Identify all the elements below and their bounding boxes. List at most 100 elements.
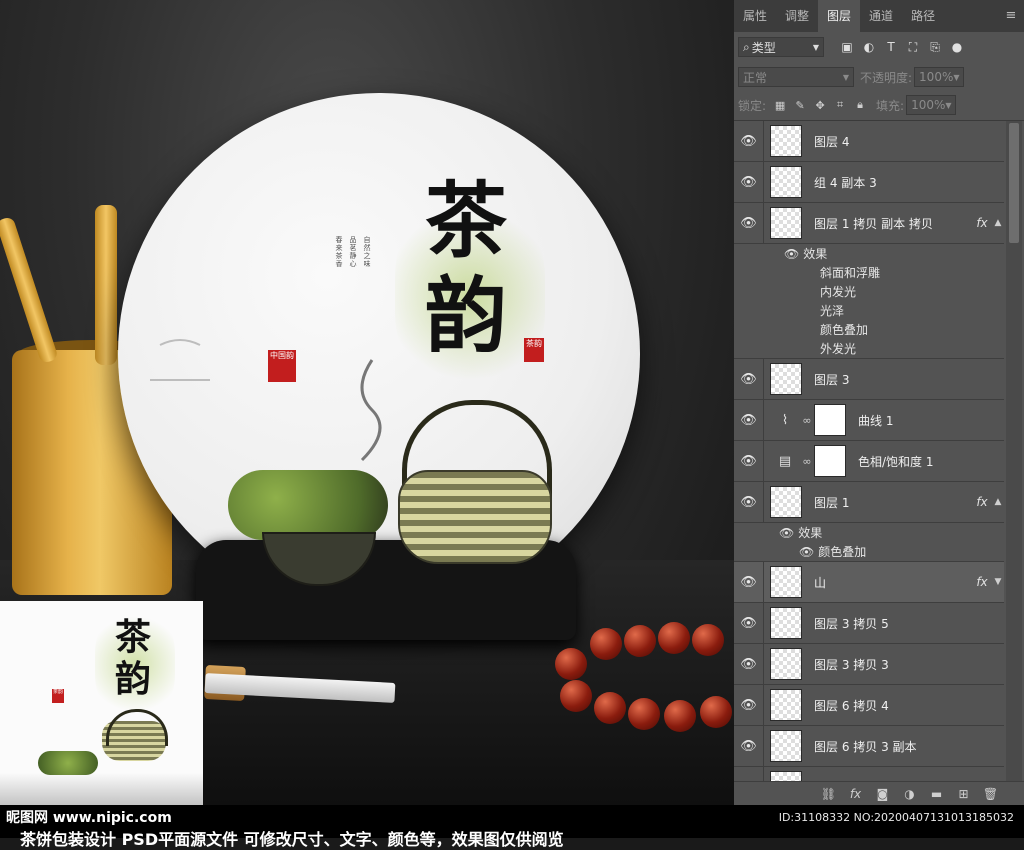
effect-item[interactable]: 内发光 — [734, 282, 1004, 301]
layer-row[interactable]: 👁︎ 图层 1 拷贝 副本 拷贝 fx ▲ — [734, 203, 1004, 244]
fill-field[interactable]: 100% ▼ — [906, 95, 957, 115]
effect-item[interactable]: 👁︎ 颜色叠加 — [734, 542, 1004, 561]
visibility-toggle[interactable]: 👁︎ — [734, 562, 764, 602]
visibility-toggle[interactable]: 👁︎ — [734, 203, 764, 243]
opacity-label: 不透明度: — [860, 70, 913, 85]
visibility-toggle[interactable]: 👁︎ — [734, 400, 764, 440]
tab-channels[interactable]: 通道 — [860, 0, 902, 32]
delete-layer-icon[interactable]: 🗑︎ — [977, 787, 1004, 801]
add-mask-icon[interactable]: ◙ — [869, 787, 896, 801]
type-filter-icon[interactable]: T — [880, 40, 902, 54]
layer-name[interactable]: 图层 1 — [814, 494, 972, 511]
fx-badge[interactable]: fx — [972, 495, 992, 509]
eye-icon: 👁︎ — [740, 738, 757, 754]
layer-thumbnail — [770, 363, 802, 395]
tab-layers[interactable]: 图层 — [818, 0, 861, 32]
effect-name: 颜色叠加 — [820, 323, 869, 337]
add-style-icon[interactable]: fx — [842, 787, 869, 801]
layer-name[interactable]: 图层 3 — [814, 371, 1004, 388]
visibility-toggle[interactable]: 👁︎ — [734, 162, 764, 202]
fill-label: 填充: — [876, 98, 905, 113]
panel-menu-icon[interactable]: ≡ — [998, 0, 1024, 32]
lock-artboard-icon[interactable]: ⌗ — [830, 98, 850, 112]
effect-item[interactable]: 外发光 — [734, 339, 1004, 358]
adjustment-filter-icon[interactable]: ◐ — [858, 40, 880, 54]
mask-link-icon[interactable]: ∞ — [800, 414, 814, 427]
visibility-toggle[interactable]: 👁︎ — [734, 685, 764, 725]
layer-name[interactable]: 组 4 副本 3 — [814, 174, 1004, 191]
layer-row[interactable]: 👁︎ 图层 6 拷贝 3 副本 — [734, 726, 1004, 767]
layer-name[interactable]: 图层 1 拷贝 副本 拷贝 — [814, 215, 972, 232]
new-adjustment-icon[interactable]: ◑ — [896, 787, 923, 801]
effect-item[interactable]: 颜色叠加 — [734, 320, 1004, 339]
bead — [692, 624, 724, 656]
layer-thumbnail — [770, 166, 802, 198]
layer-row[interactable]: 👁︎ 山 fx ▼ — [734, 562, 1004, 603]
layers-scrollbar[interactable] — [1006, 121, 1022, 781]
mask-link-icon[interactable]: ∞ — [800, 455, 814, 468]
visibility-toggle[interactable]: 👁︎ — [734, 441, 764, 481]
chevron-up-icon[interactable]: ▲ — [992, 218, 1004, 228]
filter-toggle-icon[interactable]: ● — [946, 40, 968, 54]
effects-header[interactable]: 👁︎ 效果 — [734, 523, 1004, 542]
layer-row[interactable]: 👁︎ 图层 4 — [734, 121, 1004, 162]
lock-transparent-icon[interactable]: ▦ — [770, 99, 790, 112]
layer-name[interactable]: 色相/饱和度 1 — [858, 453, 1004, 470]
lock-all-icon[interactable]: 🔒︎ — [850, 98, 870, 112]
visibility-toggle[interactable]: 👁︎ — [734, 603, 764, 643]
layer-name[interactable]: 图层 3 拷贝 3 — [814, 656, 1004, 673]
layer-row[interactable]: 👁︎ 图层 6 拷贝 4 — [734, 685, 1004, 726]
blend-mode-value: 正常 — [743, 70, 768, 85]
layer-name[interactable]: 图层 6 拷贝 4 — [814, 697, 1004, 714]
layer-row[interactable]: 👁︎ ⌇ ∞ 曲线 1 — [734, 400, 1004, 441]
visibility-toggle[interactable]: 👁︎ — [734, 482, 764, 522]
tab-adjustments[interactable]: 调整 — [776, 0, 818, 32]
layer-row[interactable]: 👁︎ 组 4 副本 3 — [734, 162, 1004, 203]
layer-name[interactable]: 图层 3 拷贝 5 — [814, 615, 1004, 632]
fx-badge[interactable]: fx — [972, 575, 992, 589]
layer-row[interactable]: 👁︎ 图层 3 — [734, 359, 1004, 400]
effects-header[interactable]: 👁︎ 效果 — [734, 244, 1004, 263]
visibility-toggle[interactable]: 👁︎ — [734, 121, 764, 161]
layer-name[interactable]: 图层 4 — [814, 133, 1004, 150]
layer-row[interactable]: 👁︎ 图层 3 拷贝 5 — [734, 603, 1004, 644]
layer-name[interactable]: 山 — [814, 574, 972, 591]
fx-badge[interactable]: fx — [972, 216, 992, 230]
effect-item[interactable]: 斜面和浮雕 — [734, 263, 1004, 282]
layer-mask-thumbnail[interactable] — [814, 404, 846, 436]
eye-icon[interactable]: 👁︎ — [799, 545, 814, 559]
bead — [658, 622, 690, 654]
layers-bottom-toolbar: ⛓ fx ◙ ◑ ▬ ⊞ 🗑︎ — [734, 781, 1024, 805]
lock-move-icon[interactable]: ✥ — [810, 99, 830, 112]
filter-kind-select[interactable]: ⌕ 类型 ▼ — [738, 37, 824, 57]
layer-mask-thumbnail[interactable] — [814, 445, 846, 477]
layer-row[interactable]: 👁︎ 图层 1 fx ▲ — [734, 482, 1004, 523]
chevron-up-icon[interactable]: ▲ — [992, 497, 1004, 507]
new-layer-icon[interactable]: ⊞ — [950, 787, 977, 801]
bead — [700, 696, 732, 728]
lock-brush-icon[interactable]: ✎ — [790, 99, 810, 112]
visibility-toggle[interactable]: 👁︎ — [734, 726, 764, 766]
layer-row[interactable]: 👁︎ 图层 3 拷贝 3 — [734, 644, 1004, 685]
scrollbar-thumb[interactable] — [1009, 123, 1019, 243]
blend-mode-select[interactable]: 正常 ▼ — [738, 67, 854, 87]
visibility-toggle[interactable]: 👁︎ — [734, 767, 764, 781]
layer-row[interactable]: 👁︎ ▤ ∞ 色相/饱和度 1 — [734, 441, 1004, 482]
tab-paths[interactable]: 路径 — [902, 0, 944, 32]
layer-name[interactable]: 图层 6 拷贝 3 副本 — [814, 738, 1004, 755]
eye-icon[interactable]: 👁︎ — [779, 526, 794, 540]
opacity-field[interactable]: 100% ▼ — [914, 67, 965, 87]
chevron-down-icon[interactable]: ▼ — [992, 577, 1004, 587]
shape-filter-icon[interactable]: ⛶ — [902, 40, 924, 55]
effect-item[interactable]: 光泽 — [734, 301, 1004, 320]
new-group-icon[interactable]: ▬ — [923, 787, 950, 801]
layer-row[interactable]: 👁︎图层 6 拷贝 3 — [734, 767, 1004, 781]
tab-properties[interactable]: 属性 — [734, 0, 776, 32]
layer-name[interactable]: 曲线 1 — [858, 412, 1004, 429]
link-layers-icon[interactable]: ⛓ — [815, 787, 842, 801]
visibility-toggle[interactable]: 👁︎ — [734, 359, 764, 399]
smart-object-filter-icon[interactable]: ⎘ — [924, 40, 946, 55]
visibility-toggle[interactable]: 👁︎ — [734, 644, 764, 684]
image-filter-icon[interactable]: ▣ — [836, 40, 858, 54]
eye-icon[interactable]: 👁︎ — [784, 247, 799, 261]
